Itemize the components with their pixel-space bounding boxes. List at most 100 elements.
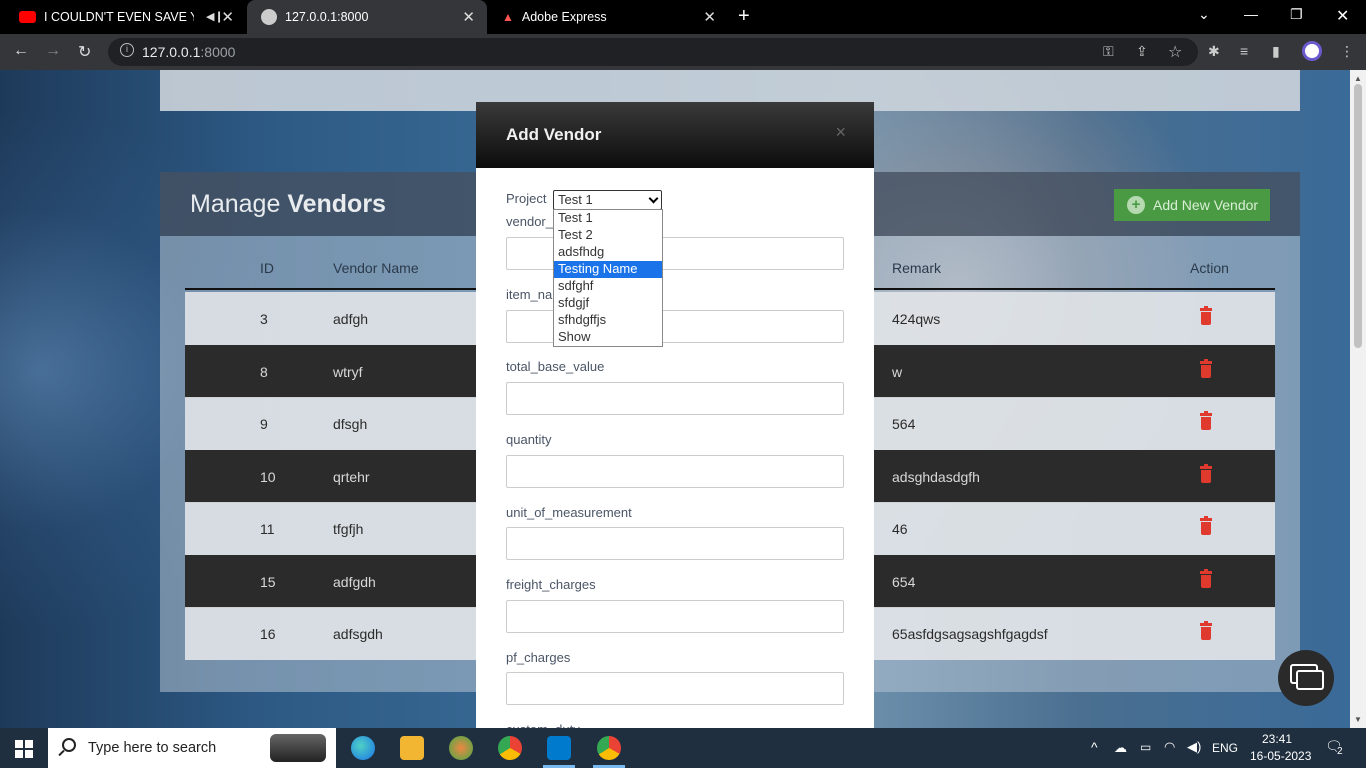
share-icon[interactable]: ⇪ xyxy=(1136,43,1148,60)
reload-icon[interactable]: ↻ xyxy=(78,42,91,62)
item-name-label: item_na xyxy=(506,287,553,302)
forward-icon[interactable]: → xyxy=(45,42,61,60)
dropdown-option[interactable]: Show xyxy=(554,329,662,346)
delete-trash-icon[interactable] xyxy=(1200,568,1212,588)
quantity-input[interactable] xyxy=(506,455,844,488)
add-vendor-modal: Add Vendor × Project Test 1 vendor_ item… xyxy=(476,102,874,728)
file-explorer-icon[interactable] xyxy=(400,736,424,760)
dropdown-option[interactable]: adsfhdg xyxy=(554,244,662,261)
cell-id: 9 xyxy=(260,416,268,432)
search-icon xyxy=(62,738,76,752)
delete-trash-icon[interactable] xyxy=(1200,411,1212,430)
dropdown-option[interactable]: sdfghf xyxy=(554,278,662,295)
delete-trash-icon[interactable] xyxy=(1200,516,1212,535)
vscode-icon[interactable] xyxy=(543,736,575,768)
tab-search-chevron-icon[interactable]: ⌄ xyxy=(1198,6,1210,23)
project-label: Project xyxy=(506,191,547,206)
close-tab-icon[interactable]: ✕ xyxy=(703,8,716,26)
freight-charges-input[interactable] xyxy=(506,600,844,633)
battery-icon[interactable]: ▭ xyxy=(1140,740,1151,754)
cell-remark: 46 xyxy=(892,521,908,537)
dropdown-option[interactable]: sfdgjf xyxy=(554,295,662,312)
windows-taskbar: Type here to search ^ ☁ ▭ ◠ ◀) ENG 23:41… xyxy=(0,728,1366,768)
delete-trash-icon[interactable] xyxy=(1200,358,1212,378)
column-header-action: Action xyxy=(1190,260,1229,276)
clock-date[interactable]: 16-05-2023 xyxy=(1250,749,1311,763)
globe-icon xyxy=(261,9,277,25)
delete-trash-icon[interactable] xyxy=(1200,463,1212,483)
youtube-icon xyxy=(19,11,36,23)
chevron-down-icon xyxy=(648,193,659,204)
address-bar[interactable]: i 127.0.0.1:8000 ⚿ ⇪ ☆ xyxy=(108,38,1198,66)
chrome-icon[interactable] xyxy=(498,736,522,760)
media-controls-icon[interactable]: ≡ xyxy=(1240,43,1248,59)
cloud-icon[interactable]: ☁ xyxy=(1114,740,1127,756)
page-scrollbar[interactable]: ▲ ▼ xyxy=(1350,70,1366,728)
menu-kebab-icon[interactable]: ⋮ xyxy=(1340,43,1354,60)
close-tab-icon[interactable]: ✕ xyxy=(221,8,234,26)
pf-charges-input[interactable] xyxy=(506,672,844,705)
cell-vendor-name: wtryf xyxy=(333,363,363,380)
tray-chevron-up-icon[interactable]: ^ xyxy=(1091,739,1098,755)
unit-of-measurement-label: unit_of_measurement xyxy=(506,505,632,520)
tab-title: Adobe Express xyxy=(521,10,607,24)
wifi-icon[interactable]: ◠ xyxy=(1164,739,1175,755)
cell-vendor-name: tfgfjh xyxy=(333,521,364,537)
tab-localhost[interactable]: 127.0.0.1:8000 ✕ xyxy=(247,0,487,34)
delete-trash-icon[interactable] xyxy=(1200,621,1212,640)
project-select[interactable]: Test 1 xyxy=(553,190,662,210)
camera-icon xyxy=(270,734,326,762)
cell-vendor-name: adfgdh xyxy=(333,573,376,590)
cell-id: 3 xyxy=(260,311,268,327)
dropdown-option[interactable]: Testing Name xyxy=(554,261,662,278)
site-info-icon[interactable]: i xyxy=(120,43,134,57)
scroll-down-icon[interactable]: ▼ xyxy=(1354,715,1362,724)
tab-adobe-express[interactable]: ▲ Adobe Express ✕ xyxy=(488,0,728,34)
button-label: Add New Vendor xyxy=(1153,197,1259,213)
close-tab-icon[interactable]: ✕ xyxy=(462,8,475,26)
close-icon[interactable]: × xyxy=(835,122,846,143)
tab-title: 127.0.0.1:8000 xyxy=(285,10,369,24)
dropdown-option[interactable]: Test 2 xyxy=(554,227,662,244)
total-base-value-input[interactable] xyxy=(506,382,844,415)
total-base-value-label: total_base_value xyxy=(506,359,605,374)
volume-icon[interactable]: ◀) xyxy=(1187,739,1201,755)
extensions-icon[interactable]: ✱ xyxy=(1208,43,1220,60)
app-globe-icon[interactable] xyxy=(449,736,473,760)
chrome-active-icon[interactable] xyxy=(593,736,625,768)
scroll-up-icon[interactable]: ▲ xyxy=(1354,74,1362,83)
side-panel-icon[interactable]: ▮ xyxy=(1272,43,1280,60)
cell-remark: 424qws xyxy=(892,311,941,327)
search-placeholder: Type here to search xyxy=(88,740,217,756)
cell-vendor-name: adfsgdh xyxy=(333,626,383,642)
tab-youtube[interactable]: I COULDN'T EVEN SAVE YOU ◀❙ ✕ xyxy=(0,0,246,34)
dropdown-option[interactable]: Test 1 xyxy=(554,210,662,227)
bookmark-star-icon[interactable]: ☆ xyxy=(1168,42,1182,62)
dropdown-option[interactable]: sfhdgffjs xyxy=(554,312,662,329)
clock-time[interactable]: 23:41 xyxy=(1262,732,1292,746)
cell-id: 16 xyxy=(260,626,276,642)
minimize-icon[interactable]: — xyxy=(1244,6,1258,22)
add-new-vendor-button[interactable]: + Add New Vendor xyxy=(1114,189,1270,221)
url-text: 127.0.0.1:8000 xyxy=(142,44,236,60)
restore-icon[interactable]: ❐ xyxy=(1290,6,1303,23)
profile-avatar[interactable] xyxy=(1302,41,1322,61)
key-icon[interactable]: ⚿ xyxy=(1103,43,1114,60)
cell-id: 10 xyxy=(260,468,276,485)
cell-remark: adsghdasdgfh xyxy=(892,468,980,485)
vendor-label: vendor_ xyxy=(506,214,553,229)
edge-icon[interactable] xyxy=(351,736,375,760)
language-indicator[interactable]: ENG xyxy=(1212,741,1238,755)
freight-charges-label: freight_charges xyxy=(506,577,596,592)
delete-trash-icon[interactable] xyxy=(1200,306,1212,325)
taskbar-search-box[interactable]: Type here to search xyxy=(48,728,336,768)
windows-start-icon[interactable] xyxy=(15,740,33,758)
chat-button[interactable] xyxy=(1278,650,1334,706)
back-icon[interactable]: ← xyxy=(13,42,29,60)
close-window-icon[interactable]: ✕ xyxy=(1336,6,1349,26)
page-title: Manage Vendors xyxy=(190,190,386,218)
scroll-thumb[interactable] xyxy=(1354,84,1362,348)
unit-of-measurement-input[interactable] xyxy=(506,527,844,560)
modal-header: Add Vendor × xyxy=(476,102,874,168)
new-tab-icon[interactable]: + xyxy=(738,5,750,28)
